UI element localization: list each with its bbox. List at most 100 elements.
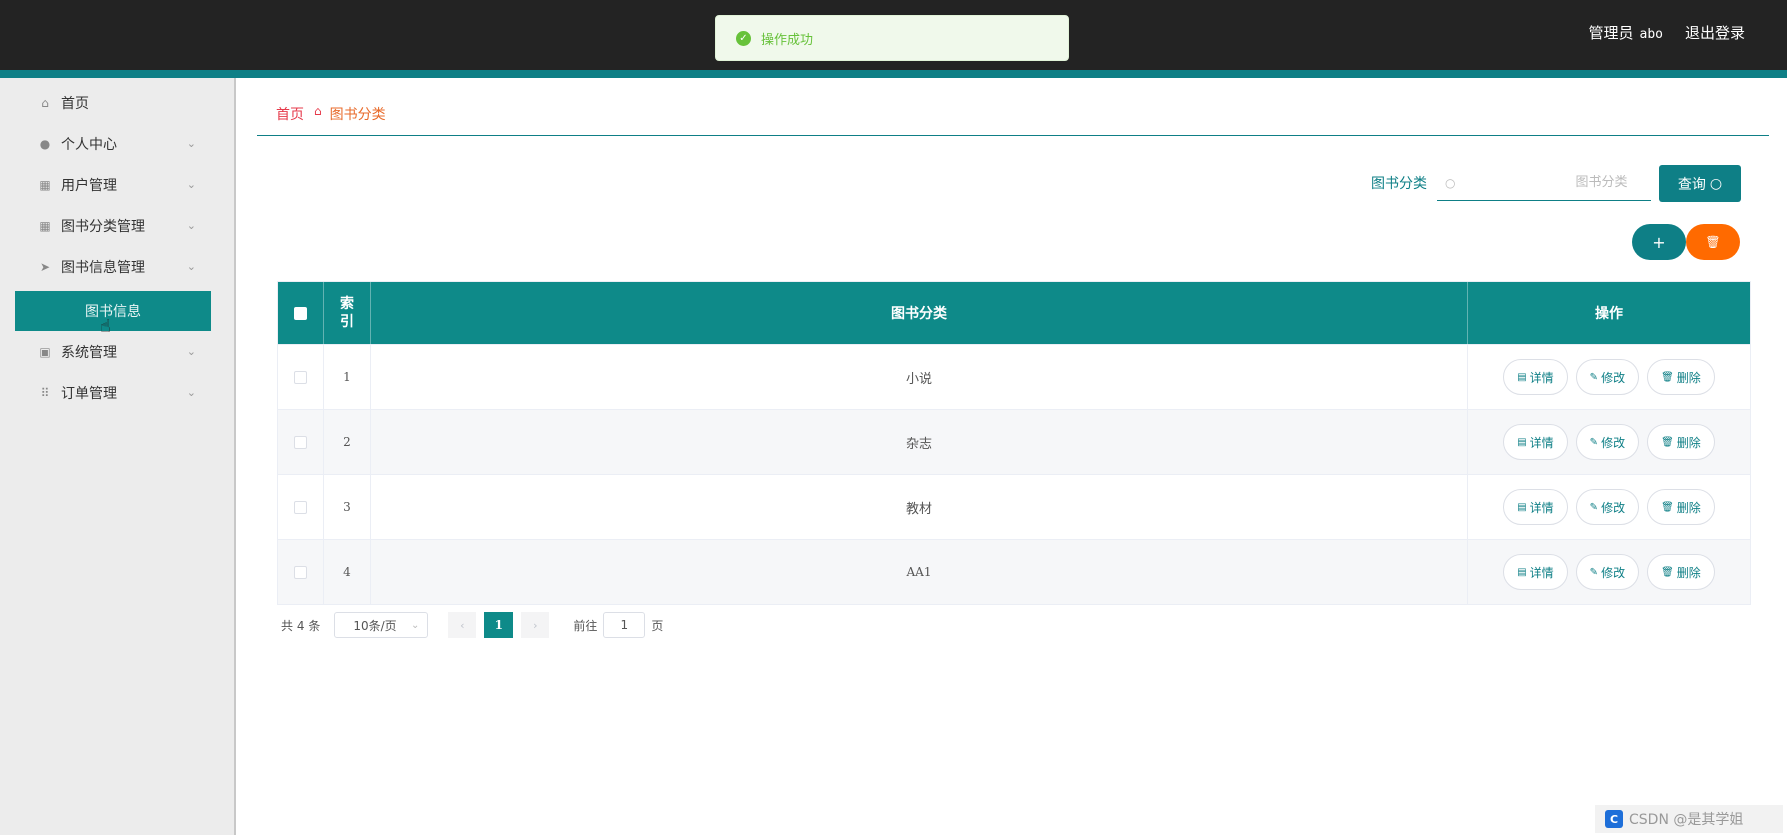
chevron-left-icon: ‹ [460,618,465,632]
table-header: 索 引 图书分类 操作 [278,282,1750,344]
header-index: 索 引 [324,282,371,344]
row-select [278,540,324,604]
chevron-down-icon: ⌄ [186,345,196,358]
success-toast: ✓ 操作成功 [715,15,1069,61]
sidebar-item-order-management[interactable]: ⠿ 订单管理 ⌄ [0,373,230,413]
row-checkbox[interactable] [294,370,307,384]
query-button[interactable]: 查询 ○ [1659,165,1741,202]
detail-button[interactable]: ▤ 详情 [1503,359,1568,395]
search-label: 图书分类 [1371,176,1427,192]
page-number-button[interactable]: 1 [484,612,514,638]
select-all-checkbox[interactable] [294,306,307,320]
row-select [278,410,324,474]
edit-button[interactable]: ✎ 修改 [1575,359,1640,395]
edit-label: 修改 [1601,435,1626,450]
pencil-icon: ✎ [1589,436,1599,448]
total-suffix: 条 [308,618,321,633]
admin-label: 管理员 abo [1588,22,1663,43]
trash-icon: 🗑 [1661,436,1674,448]
detail-button[interactable]: ▤ 详情 [1503,424,1568,460]
row-category: AA1 [371,540,1468,604]
user-icon: ● [39,137,51,151]
page-size-select[interactable]: 10条/页 ⌄ [334,612,429,638]
table-row: 2 杂志 ▤ 详情 ✎ 修改 🗑 删除 [278,409,1750,474]
delete-button[interactable]: 🗑 删除 [1647,424,1715,460]
table-row: 3 教材 ▤ 详情 ✎ 修改 🗑 删除 [278,474,1750,539]
document-icon: ▤ [1517,501,1527,513]
detail-button[interactable]: ▤ 详情 [1503,554,1568,590]
sidebar-item-category-management[interactable]: ▦ 图书分类管理 ⌄ [0,206,230,246]
search-input[interactable] [1461,175,1642,190]
detail-label: 详情 [1529,370,1554,385]
header-select-all[interactable] [278,282,324,344]
search-field: ○ [1437,165,1651,201]
pencil-icon: ✎ [1589,566,1599,578]
sidebar-item-personal-center[interactable]: ● 个人中心 ⌄ [0,124,230,164]
sidebar-subitem-book-info[interactable]: 图书信息 [15,291,211,331]
edit-label: 修改 [1601,565,1626,580]
edit-button[interactable]: ✎ 修改 [1575,424,1640,460]
row-ops: ▤ 详情 ✎ 修改 🗑 删除 [1468,475,1750,539]
table-row: 4 AA1 ▤ 详情 ✎ 修改 🗑 删除 [278,539,1750,604]
sidebar-item-label: 个人中心 [61,137,117,153]
prev-page-button[interactable]: ‹ [448,612,477,638]
document-icon: ▤ [1517,566,1527,578]
sidebar-item-system-management[interactable]: ▣ 系统管理 ⌄ [0,332,230,372]
top-bar-right: 管理员 abo 退出登录 [1588,22,1745,43]
clipboard-icon: ▣ [39,345,51,359]
sidebar-item-label: 订单管理 [61,386,117,402]
trash-icon: 🗑 [1661,371,1674,383]
csdn-logo-icon: C [1605,810,1623,828]
delete-button[interactable]: 🗑 删除 [1647,489,1715,525]
watermark: C CSDN @是其学姐 [1595,805,1783,833]
edit-button[interactable]: ✎ 修改 [1575,554,1640,590]
row-checkbox[interactable] [294,565,307,579]
top-bar-accent [0,70,1787,78]
header-ops: 操作 [1595,306,1623,322]
pagination-total: 共 4 条 [281,617,320,634]
chevron-right-icon: › [533,618,538,632]
category-table: 索 引 图书分类 操作 1 小说 ▤ 详情 ✎ 修改 🗑 删除 2 杂志 ▤ 详情 ✎ 修… [277,281,1751,605]
batch-delete-button[interactable]: 🗑 [1686,224,1740,260]
goto-page-input[interactable] [603,612,646,638]
document-icon: ▤ [1517,371,1527,383]
sidebar-item-label: 图书信息管理 [61,260,145,276]
row-index: 4 [324,540,371,604]
row-category: 杂志 [371,410,1468,474]
trash-icon: 🗑 [1661,501,1674,513]
logout-link[interactable]: 退出登录 [1685,22,1745,43]
delete-button[interactable]: 🗑 删除 [1647,359,1715,395]
add-button[interactable]: + [1632,224,1686,260]
detail-button[interactable]: ▤ 详情 [1503,489,1568,525]
edit-button[interactable]: ✎ 修改 [1575,489,1640,525]
sidebar-item-user-management[interactable]: ▦ 用户管理 ⌄ [0,165,230,205]
document-icon: ▤ [1517,436,1527,448]
breadcrumb-current: 图书分类 [329,107,386,123]
row-ops: ▤ 详情 ✎ 修改 🗑 删除 [1468,540,1750,604]
pencil-icon: ✎ [1589,371,1599,383]
send-icon: ➤ [39,260,51,274]
chevron-down-icon: ⌄ [410,619,420,631]
sidebar-item-home[interactable]: ⌂ 首页 [0,83,230,123]
sidebar: ⌂ 首页 ● 个人中心 ⌄ ▦ 用户管理 ⌄ ▦ 图书分类管理 ⌄ ➤ 图书信息… [0,78,236,835]
total-prefix: 共 [281,618,294,633]
edit-label: 修改 [1601,370,1626,385]
next-page-button[interactable]: › [521,612,550,638]
row-select [278,475,324,539]
row-checkbox[interactable] [294,435,307,449]
admin-name: abo [1639,27,1663,42]
trash-icon: 🗑 [1705,235,1721,249]
delete-label: 删除 [1676,565,1701,580]
sidebar-item-book-info-management[interactable]: ➤ 图书信息管理 ⌄ [0,247,230,287]
breadcrumb-home[interactable]: 首页 [276,104,304,124]
delete-label: 删除 [1676,500,1701,515]
delete-label: 删除 [1676,435,1701,450]
edit-label: 修改 [1601,500,1626,515]
grid-icon: ▦ [39,178,51,192]
chevron-down-icon: ⌄ [186,137,196,150]
goto-prefix: 前往 [573,618,598,633]
row-checkbox[interactable] [294,500,307,514]
pagination: 共 4 条 10条/页 ⌄ ‹ 1 › 前往 页 [281,612,663,638]
delete-button[interactable]: 🗑 删除 [1647,554,1715,590]
pencil-icon: ✎ [1589,501,1599,513]
